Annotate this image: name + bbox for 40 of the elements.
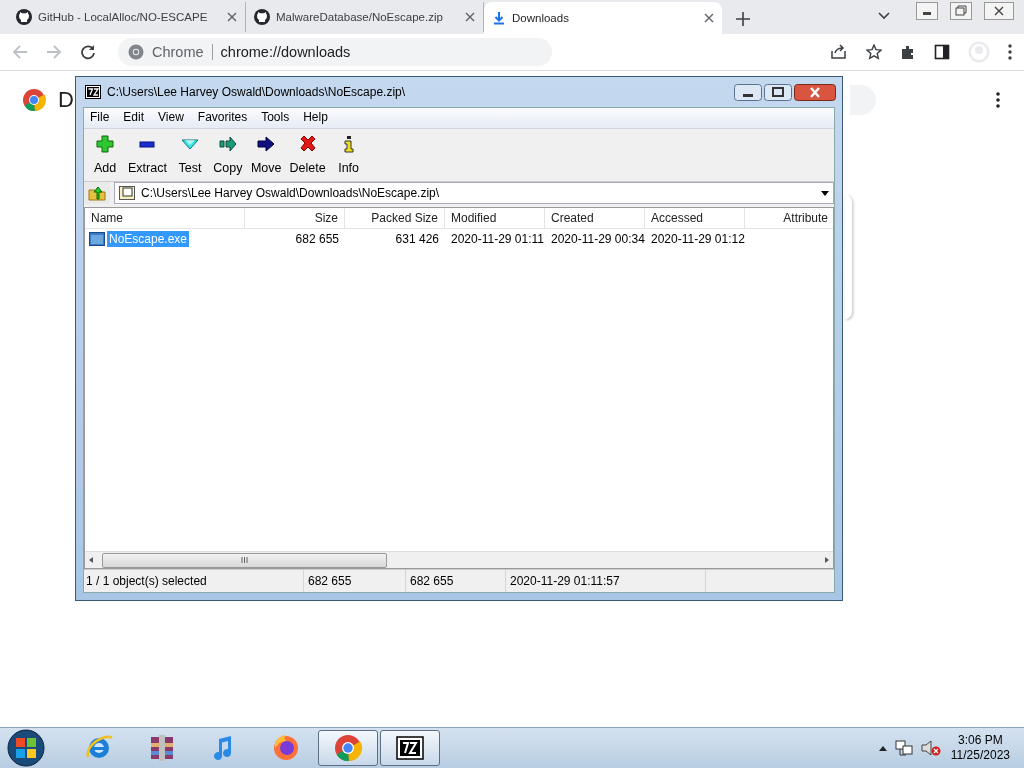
site-label: Chrome <box>152 44 213 60</box>
address-bar[interactable]: Chrome chrome://downloads <box>118 38 552 66</box>
menu-item[interactable]: File <box>90 110 110 126</box>
status-text: 2020-11-29 01:11:57 <box>506 570 706 592</box>
clock-time[interactable]: 3:06 PM <box>958 733 1003 748</box>
column-header[interactable]: Modified <box>445 208 545 228</box>
column-header[interactable]: Created <box>545 208 645 228</box>
menu-item[interactable]: Edit <box>123 110 145 126</box>
toolbar-button[interactable]: Add <box>87 133 123 177</box>
table-cell-text: 2020-11-29 00:34 <box>550 232 645 246</box>
page-heading: D <box>58 87 74 113</box>
column-header[interactable]: Attribute <box>745 208 833 228</box>
menu-item[interactable]: View <box>158 110 184 126</box>
column-header[interactable]: Size <box>245 208 345 228</box>
url-text: chrome://downloads <box>220 44 351 60</box>
status-text: 682 655 <box>304 570 406 592</box>
path-field[interactable]: C:\Users\Lee Harvey Oswald\Downloads\NoEscape.zip\ <box>114 182 834 204</box>
browser-tab[interactable]: GitHub - LocalAlloc/NO-ESCAPE <box>8 2 246 32</box>
menu-item[interactable]: Favorites <box>197 110 248 126</box>
toolbar-button[interactable]: Info <box>330 133 367 177</box>
table-cell-text: 631 426 <box>394 232 440 246</box>
toolbar-button[interactable]: Test <box>171 133 208 177</box>
toolbar-button[interactable]: Move <box>247 133 285 177</box>
browser-tab[interactable]: MalwareDatabase/NoEscape.zip <box>246 2 484 32</box>
toolbar-button[interactable]: Extract <box>125 133 170 177</box>
table-cell-text: 682 655 <box>294 232 340 246</box>
menu-item[interactable]: Tools <box>261 110 290 126</box>
toolbar-button[interactable]: Delete <box>286 133 329 177</box>
column-header[interactable]: Name <box>85 208 245 228</box>
status-text: 1 / 1 object(s) selected <box>84 570 304 592</box>
table-cell-text: 2020-11-29 01:12 <box>650 232 745 246</box>
window-title: C:\Users\Lee Harvey Oswald\Downloads\NoEscape.zip\ <box>107 85 407 99</box>
column-header[interactable]: Accessed <box>645 208 745 228</box>
status-text: 682 655 <box>406 570 506 592</box>
browser-tab[interactable]: Downloads <box>484 2 722 34</box>
column-header[interactable]: Packed Size <box>345 208 445 228</box>
table-cell-text: 2020-11-29 01:11 <box>450 232 545 246</box>
toolbar-button[interactable]: Copy <box>209 133 246 177</box>
clock-date[interactable]: 11/25/2023 <box>950 748 1010 763</box>
menu-item[interactable]: Help <box>303 110 328 126</box>
